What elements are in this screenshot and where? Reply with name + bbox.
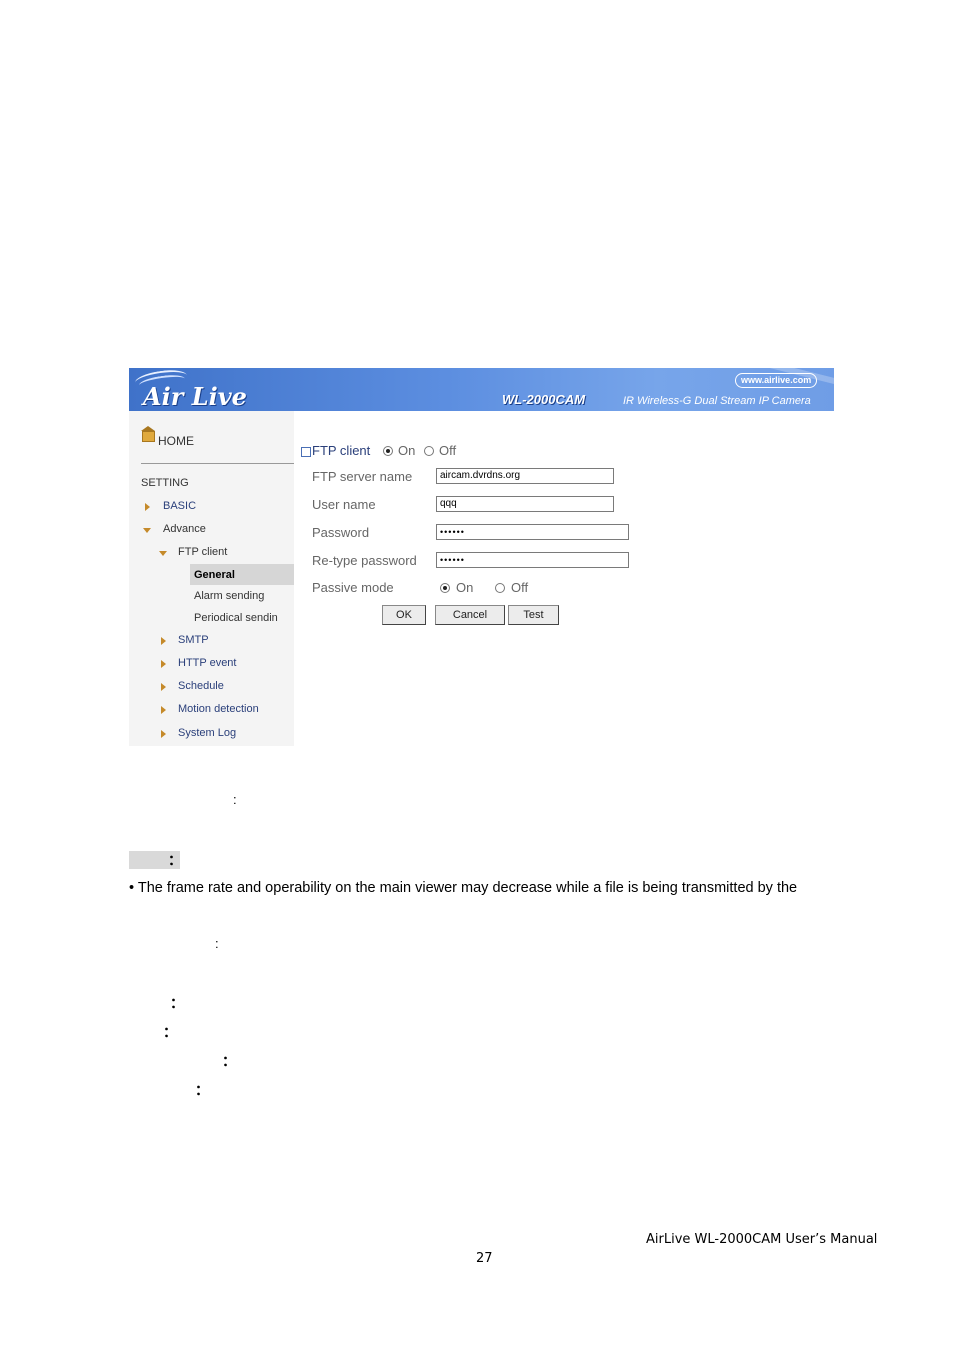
- retype-password-input[interactable]: ••••••: [436, 552, 629, 568]
- chevron-right-icon: [161, 637, 166, 645]
- passive-mode-on-label: On: [456, 580, 474, 595]
- field-colon-3: ：: [170, 995, 184, 1011]
- passive-mode-off-radio[interactable]: [495, 583, 505, 593]
- sidebar-heading-setting: SETTING: [141, 477, 189, 489]
- sidebar-item-advance[interactable]: Advance: [163, 523, 206, 535]
- website-link[interactable]: www.airlive.com: [735, 373, 818, 388]
- chevron-right-icon: [161, 730, 166, 738]
- ftp-client-on-label: On: [398, 443, 416, 458]
- field-colon-5: ：: [222, 1053, 236, 1069]
- chevron-down-icon: [159, 551, 167, 556]
- page-number: 27: [476, 1251, 493, 1266]
- ftp-client-off-label: Off: [439, 443, 457, 458]
- home-icon: [141, 426, 155, 442]
- sidebar-item-schedule[interactable]: Schedule: [178, 680, 224, 692]
- field-colon-6: ：: [195, 1082, 209, 1098]
- sidebar-item-ftp-client[interactable]: FTP client: [178, 546, 227, 558]
- sidebar-item-general[interactable]: General: [194, 569, 235, 581]
- sidebar-item-system-log[interactable]: System Log: [178, 727, 236, 739]
- password-label: Password: [312, 525, 370, 540]
- ftp-client-off-radio[interactable]: [424, 446, 434, 456]
- sidebar-item-http-event[interactable]: HTTP event: [178, 657, 237, 669]
- passive-mode-on-radio[interactable]: [440, 583, 450, 593]
- ftp-server-name-input[interactable]: aircam.dvrdns.org: [436, 468, 614, 484]
- chevron-right-icon: [145, 503, 150, 511]
- user-name-input[interactable]: qqq: [436, 496, 614, 512]
- field-colon-4: ：: [163, 1024, 177, 1040]
- chevron-down-icon: [143, 528, 151, 533]
- password-input[interactable]: ••••••: [436, 524, 629, 540]
- sidebar-item-home[interactable]: HOME: [158, 434, 194, 448]
- sidebar: HOME SETTING BASIC Advance FTP client Ge…: [129, 411, 294, 746]
- note-colon: ：: [168, 852, 182, 868]
- ftp-client-label: FTP client: [312, 443, 371, 458]
- sidebar-item-smtp[interactable]: SMTP: [178, 634, 209, 646]
- passive-mode-label: Passive mode: [312, 580, 394, 595]
- field-colon-2: :: [215, 936, 219, 951]
- note-text: • The frame rate and operability on the …: [129, 880, 798, 896]
- banner: Air Live www.airlive.com WL-2000CAM IR W…: [129, 368, 834, 411]
- chevron-right-icon: [161, 706, 166, 714]
- ftp-client-checkbox-icon: [301, 447, 311, 457]
- test-button[interactable]: Test: [508, 605, 559, 625]
- ok-button[interactable]: OK: [382, 605, 426, 625]
- cancel-button[interactable]: Cancel: [435, 605, 505, 625]
- sidebar-item-motion-detection[interactable]: Motion detection: [178, 703, 259, 715]
- passive-mode-off-label: Off: [511, 580, 529, 595]
- retype-password-label: Re-type password: [312, 553, 417, 568]
- sidebar-item-basic[interactable]: BASIC: [163, 500, 196, 512]
- sidebar-item-alarm-sending[interactable]: Alarm sending: [194, 590, 264, 602]
- footer-manual-title: AirLive WL-2000CAM User’s Manual: [646, 1232, 878, 1247]
- field-colon-1: :: [233, 792, 237, 807]
- ftp-client-on-radio[interactable]: [383, 446, 393, 456]
- sidebar-item-periodical-sending[interactable]: Periodical sendin: [194, 612, 294, 624]
- chevron-right-icon: [161, 683, 166, 691]
- user-name-label: User name: [312, 497, 376, 512]
- airlive-logo: Air Live: [143, 382, 247, 411]
- model-name: WL-2000CAM: [502, 392, 586, 407]
- chevron-right-icon: [161, 660, 166, 668]
- camera-settings-screenshot: Air Live www.airlive.com WL-2000CAM IR W…: [129, 368, 834, 746]
- tagline: IR Wireless-G Dual Stream IP Camera: [623, 395, 811, 407]
- ftp-server-name-label: FTP server name: [312, 469, 413, 484]
- sidebar-divider: [141, 463, 294, 464]
